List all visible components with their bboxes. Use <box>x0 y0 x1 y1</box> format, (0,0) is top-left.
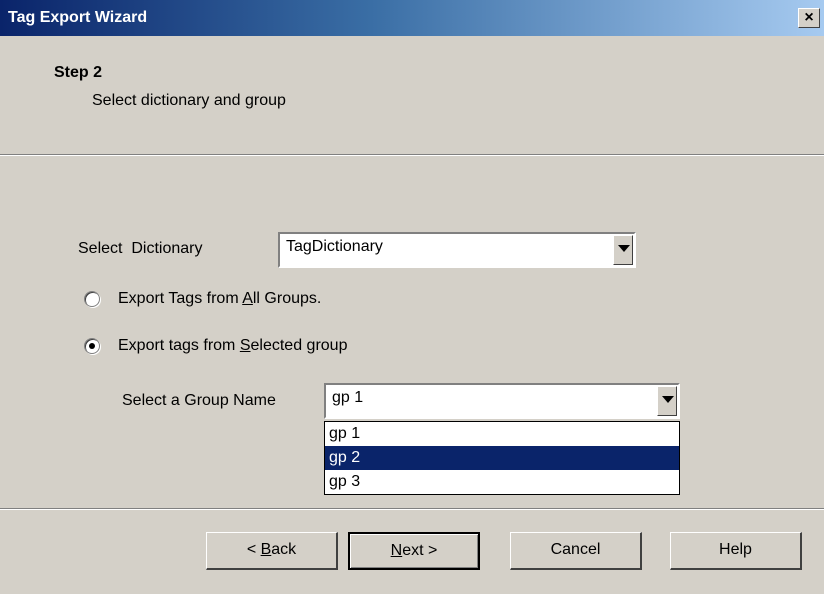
radio-export-all-groups[interactable]: Export Tags from All Groups. <box>84 290 321 308</box>
step-subtitle: Select dictionary and group <box>92 92 286 109</box>
dropdown-option-gp-1[interactable]: gp 1 <box>325 422 679 446</box>
group-dropdown-list[interactable]: gp 1 gp 2 gp 3 <box>324 421 680 495</box>
cancel-button[interactable]: Cancel <box>510 532 642 570</box>
back-button[interactable]: < Back <box>206 532 338 570</box>
dictionary-label: Select Dictionary <box>78 240 203 257</box>
help-button[interactable]: Help <box>670 532 802 570</box>
group-dropdown-arrow-icon[interactable] <box>657 386 677 416</box>
step-title: Step 2 <box>54 64 103 81</box>
radio-export-selected-group[interactable]: Export tags from Selected group <box>84 337 347 355</box>
dictionary-dropdown-arrow-icon[interactable] <box>613 235 633 265</box>
dropdown-option-gp-2[interactable]: gp 2 <box>325 446 679 470</box>
group-name-value: gp 1 <box>332 389 364 406</box>
group-name-label: Select a Group Name <box>122 392 276 409</box>
footer-divider-highlight <box>0 509 824 510</box>
radio-all-label: Export Tags from All Groups. <box>118 290 322 307</box>
tag-export-wizard-window: Tag Export Wizard × Step 2 Select dictio… <box>0 0 824 594</box>
radio-selected-label: Export tags from Selected group <box>118 337 348 354</box>
group-name-combobox[interactable]: gp 1 <box>324 383 680 419</box>
dictionary-value: TagDictionary <box>286 238 383 255</box>
radio-unchecked-icon[interactable] <box>84 291 100 307</box>
title-bar[interactable]: Tag Export Wizard × <box>0 0 824 36</box>
dropdown-option-gp-3[interactable]: gp 3 <box>325 470 679 494</box>
close-icon: × <box>804 9 814 26</box>
radio-checked-icon[interactable] <box>84 338 100 354</box>
close-button[interactable]: × <box>798 8 820 28</box>
next-button[interactable]: Next > <box>348 532 480 570</box>
wizard-header: Step 2 Select dictionary and group <box>0 36 824 156</box>
window-title: Tag Export Wizard <box>8 9 148 26</box>
dictionary-combobox[interactable]: TagDictionary <box>278 232 636 268</box>
